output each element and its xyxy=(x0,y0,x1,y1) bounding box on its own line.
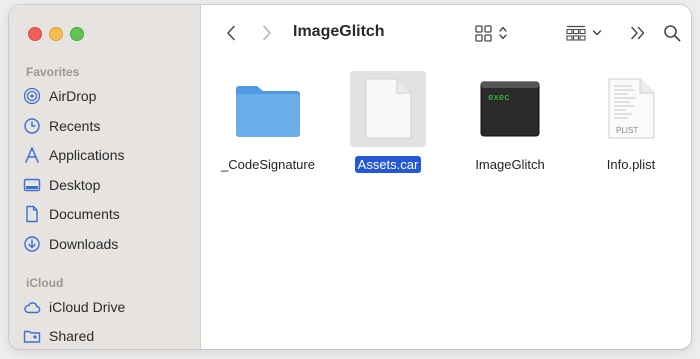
shared-folder-icon xyxy=(23,330,41,343)
back-button[interactable] xyxy=(223,23,239,43)
sidebar-item-label: Downloads xyxy=(49,236,119,252)
sidebar-item-label: Shared xyxy=(49,328,95,344)
cloud-icon xyxy=(24,302,41,314)
sidebar-item-shared[interactable]: Shared xyxy=(23,323,193,349)
file-name: Assets.car xyxy=(354,156,422,173)
search-icon xyxy=(664,25,681,42)
sidebar: Favorites AirDrop Recents Applications D… xyxy=(9,5,201,349)
chevron-down-icon xyxy=(592,30,602,36)
airdrop-icon xyxy=(23,87,41,105)
zoom-window-button[interactable] xyxy=(70,27,84,41)
sidebar-item-label: Recents xyxy=(49,118,101,134)
double-chevron-right-icon xyxy=(631,26,645,40)
applications-icon xyxy=(25,147,39,163)
sidebar-item-label: iCloud Drive xyxy=(49,299,126,315)
plist-badge-text: PLIST xyxy=(616,126,638,135)
sidebar-item-label: AirDrop xyxy=(49,88,97,104)
sidebar-item-documents[interactable]: Documents xyxy=(23,201,193,227)
file-item-info-plist[interactable]: PLIST Info.plist xyxy=(571,71,691,181)
folder-icon xyxy=(236,86,300,137)
icloud-section-label: iCloud xyxy=(26,276,64,290)
desktop-icon xyxy=(23,178,41,192)
file-item-codesignature[interactable]: _CodeSignature xyxy=(208,71,328,181)
favorites-section-label: Favorites xyxy=(26,65,80,79)
sidebar-item-label: Desktop xyxy=(49,177,101,193)
close-window-button[interactable] xyxy=(28,27,42,41)
file-name: _CodeSignature xyxy=(221,157,315,172)
sidebar-item-applications[interactable]: Applications xyxy=(23,142,193,168)
sidebar-item-label: Documents xyxy=(49,206,120,222)
sidebar-item-recents[interactable]: Recents xyxy=(23,113,193,139)
exec-badge-text: exec xyxy=(488,93,510,103)
file-browser: _CodeSignature Assets.car exec ImageGlit… xyxy=(201,61,691,349)
group-icon xyxy=(566,25,586,41)
file-name: Info.plist xyxy=(606,157,656,172)
blank-document-icon xyxy=(365,78,412,139)
finder-window: Favorites AirDrop Recents Applications D… xyxy=(9,5,691,349)
clock-icon xyxy=(24,118,40,134)
group-button[interactable] xyxy=(563,22,605,44)
toolbar: ImageGlitch xyxy=(201,5,691,61)
minimize-window-button[interactable] xyxy=(49,27,63,41)
chevron-right-icon xyxy=(263,25,271,41)
unix-executable-icon: exec xyxy=(480,81,540,137)
more-toolbar-items-button[interactable] xyxy=(629,23,647,43)
search-button[interactable] xyxy=(661,22,683,44)
forward-button[interactable] xyxy=(259,23,275,43)
file-name: ImageGlitch xyxy=(475,157,545,172)
chevron-left-icon xyxy=(227,25,235,41)
download-icon xyxy=(24,236,40,252)
sidebar-item-downloads[interactable]: Downloads xyxy=(23,231,193,257)
plist-document-icon: PLIST xyxy=(608,78,655,139)
icon-grid-view-icon xyxy=(474,24,492,42)
view-mode-button[interactable] xyxy=(471,22,511,44)
up-down-chevron-icon xyxy=(498,26,507,40)
sidebar-item-airdrop[interactable]: AirDrop xyxy=(23,83,193,109)
window-title: ImageGlitch xyxy=(293,23,385,40)
file-item-imageglitch[interactable]: exec ImageGlitch xyxy=(450,71,570,181)
sidebar-item-label: Applications xyxy=(49,147,125,163)
sidebar-item-icloud-drive[interactable]: iCloud Drive xyxy=(23,294,193,320)
document-icon xyxy=(26,205,38,223)
file-item-assets-car[interactable]: Assets.car xyxy=(328,71,448,181)
sidebar-item-desktop[interactable]: Desktop xyxy=(23,172,193,198)
